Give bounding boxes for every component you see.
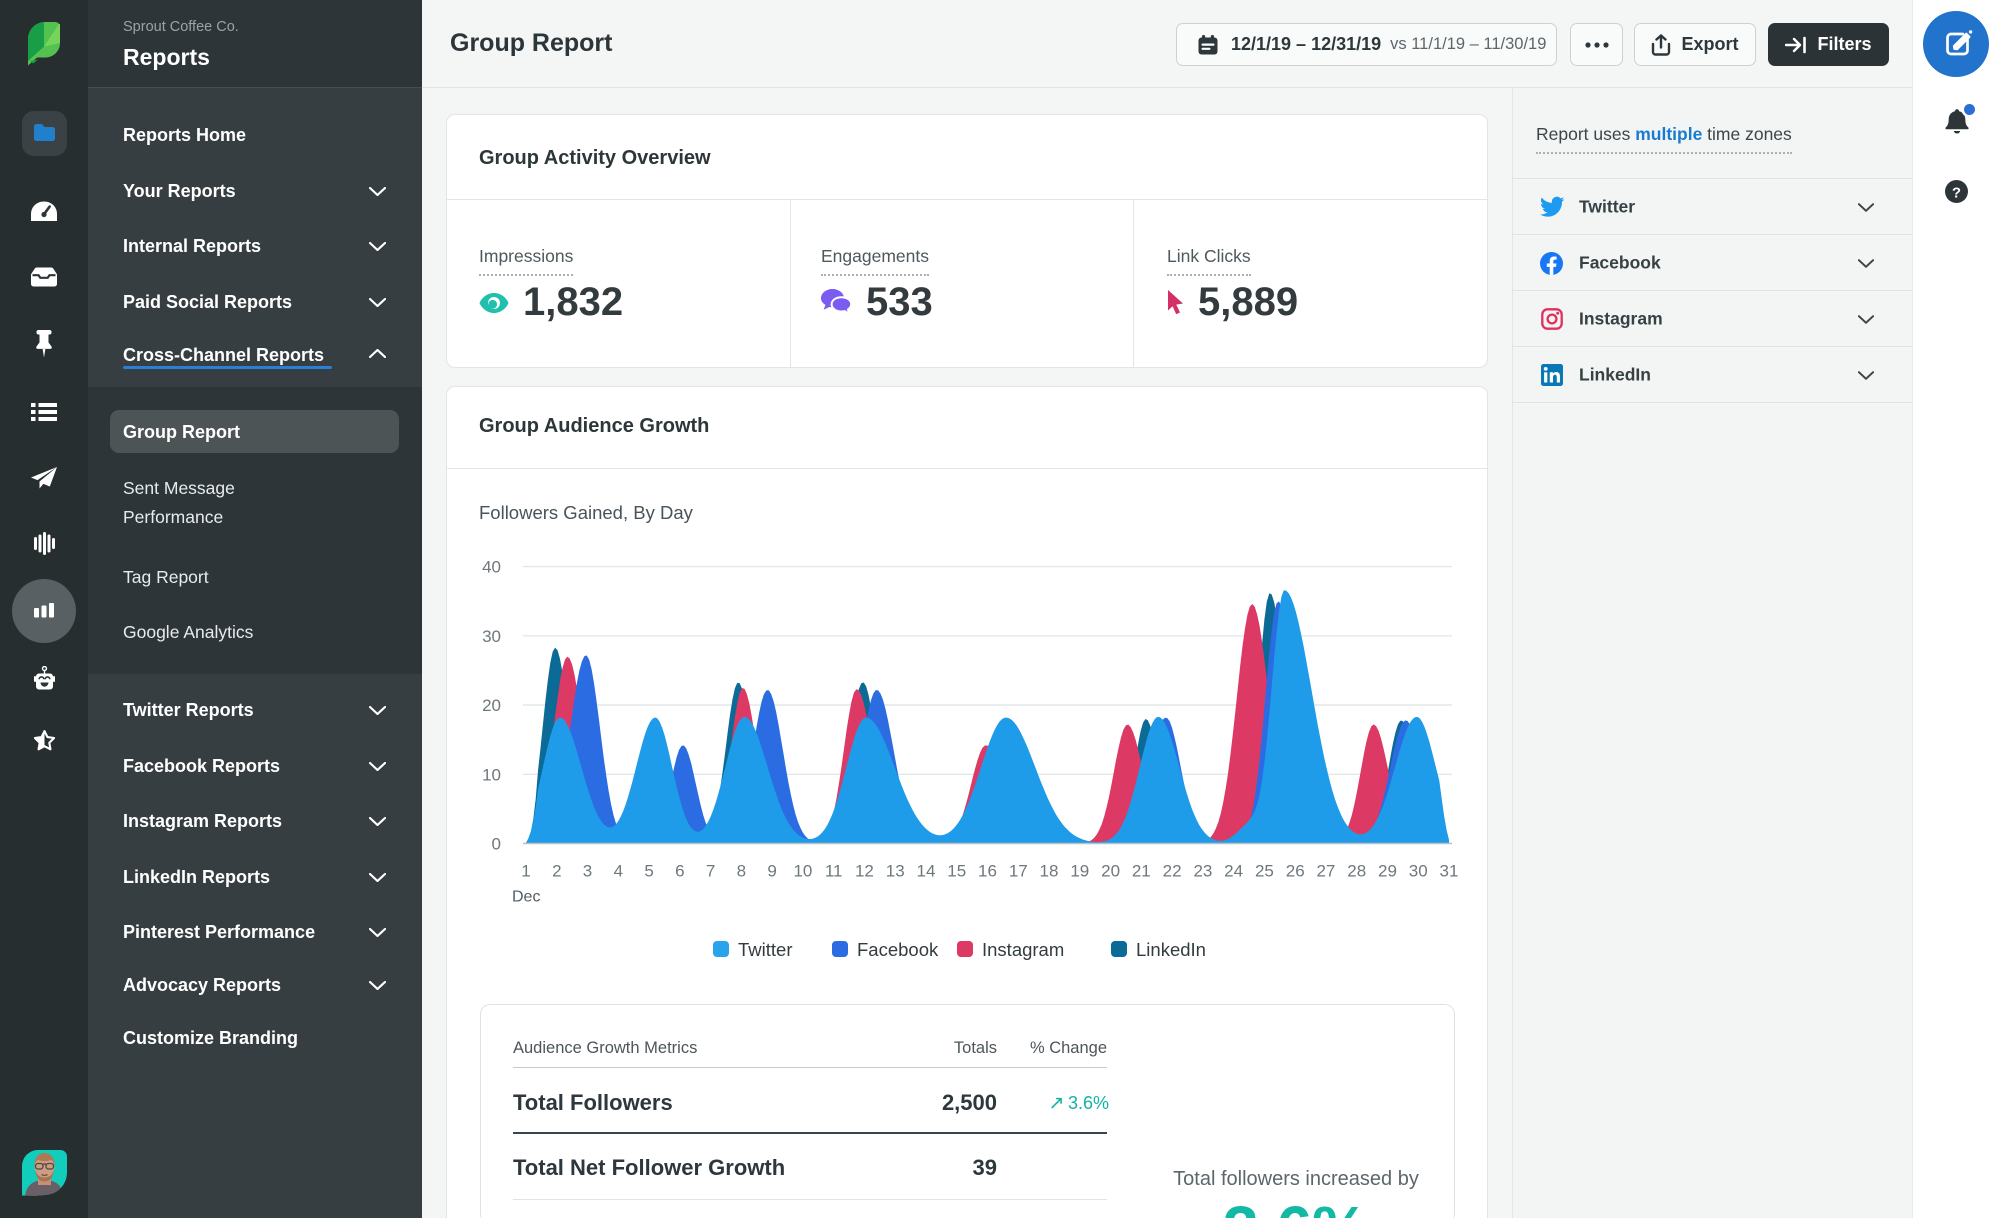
- svg-text:20: 20: [482, 696, 501, 715]
- svg-text:28: 28: [1347, 862, 1366, 881]
- svg-text:29: 29: [1378, 862, 1397, 881]
- svg-text:?: ?: [1952, 184, 1961, 201]
- svg-text:13: 13: [886, 862, 905, 881]
- svg-text:3: 3: [583, 862, 592, 881]
- svg-text:16: 16: [978, 862, 997, 881]
- svg-text:8: 8: [737, 862, 746, 881]
- svg-text:17: 17: [1009, 862, 1028, 881]
- svg-text:22: 22: [1163, 862, 1182, 881]
- svg-text:0: 0: [492, 835, 501, 854]
- svg-text:18: 18: [1040, 862, 1059, 881]
- svg-text:4: 4: [614, 862, 623, 881]
- svg-text:7: 7: [706, 862, 715, 881]
- svg-text:19: 19: [1070, 862, 1089, 881]
- svg-text:Instagram: Instagram: [982, 939, 1064, 960]
- svg-text:25: 25: [1255, 862, 1274, 881]
- svg-text:6: 6: [675, 862, 684, 881]
- svg-text:14: 14: [917, 862, 936, 881]
- svg-text:Facebook: Facebook: [857, 939, 939, 960]
- svg-text:27: 27: [1316, 862, 1335, 881]
- svg-text:30: 30: [482, 627, 501, 646]
- svg-text:Dec: Dec: [512, 889, 540, 906]
- svg-text:30: 30: [1409, 862, 1428, 881]
- svg-text:Twitter: Twitter: [738, 939, 792, 960]
- svg-text:20: 20: [1101, 862, 1120, 881]
- svg-text:40: 40: [482, 558, 501, 577]
- svg-text:2: 2: [552, 862, 561, 881]
- svg-text:26: 26: [1286, 862, 1305, 881]
- svg-text:10: 10: [793, 862, 812, 881]
- svg-text:12: 12: [855, 862, 874, 881]
- svg-text:15: 15: [947, 862, 966, 881]
- svg-text:9: 9: [767, 862, 776, 881]
- svg-text:21: 21: [1132, 862, 1151, 881]
- svg-text:24: 24: [1224, 862, 1243, 881]
- svg-text:23: 23: [1193, 862, 1212, 881]
- svg-text:11: 11: [825, 862, 843, 881]
- svg-text:LinkedIn: LinkedIn: [1136, 939, 1206, 960]
- svg-text:1: 1: [521, 862, 530, 881]
- svg-text:31: 31: [1440, 862, 1459, 881]
- svg-text:5: 5: [644, 862, 653, 881]
- svg-text:10: 10: [482, 765, 501, 784]
